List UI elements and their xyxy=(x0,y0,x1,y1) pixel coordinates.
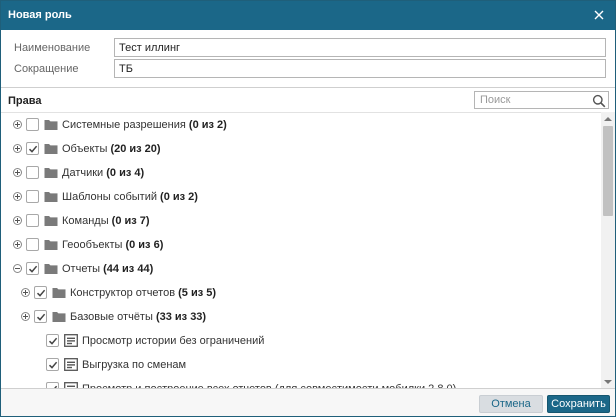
expand-icon[interactable] xyxy=(21,288,30,297)
dialog-titlebar: Новая роль xyxy=(1,1,615,30)
tree-item[interactable]: Выгрузка по сменам xyxy=(1,353,591,377)
tree-item-count: (0 из 4) xyxy=(106,167,145,179)
tree-item-checkbox[interactable] xyxy=(34,286,47,299)
scroll-down-arrow-icon[interactable] xyxy=(604,380,612,384)
expand-icon[interactable] xyxy=(13,144,22,153)
rights-header: Права xyxy=(1,88,615,112)
folder-icon xyxy=(44,262,58,275)
tree-item[interactable]: Конструктор отчетов (5 из 5) xyxy=(1,281,591,305)
folder-icon xyxy=(52,310,66,323)
expand-icon[interactable] xyxy=(13,216,22,225)
short-name-input[interactable] xyxy=(114,59,606,78)
tree-item-count: (5 из 5) xyxy=(178,287,217,299)
tree-item[interactable]: Базовые отчёты (33 из 33) xyxy=(1,305,591,329)
tree-item-name: Системные разрешения xyxy=(62,119,186,131)
tree-item-count: (0 из 2) xyxy=(188,119,227,131)
tree-item-checkbox[interactable] xyxy=(26,118,39,131)
close-icon xyxy=(594,10,604,20)
tree-item-checkbox[interactable] xyxy=(34,310,47,323)
tree-item[interactable]: Команды (0 из 7) xyxy=(1,209,591,233)
tree-item-checkbox[interactable] xyxy=(46,334,59,347)
tree-item[interactable]: Объекты (20 из 20) xyxy=(1,137,591,161)
save-button[interactable]: Сохранить xyxy=(547,395,610,413)
tree-item-name: Команды xyxy=(62,215,109,227)
tree-item[interactable]: Отчеты (44 из 44) xyxy=(1,257,591,281)
cancel-button[interactable]: Отмена xyxy=(479,395,543,413)
tree-item-label: Базовые отчёты (33 из 33) xyxy=(70,311,206,323)
tree-item-checkbox[interactable] xyxy=(26,262,39,275)
collapse-icon[interactable] xyxy=(13,264,22,273)
role-form: Наименование Сокращение xyxy=(1,30,615,86)
folder-icon xyxy=(44,166,58,179)
name-row: Наименование xyxy=(1,38,615,58)
tree-item-label: Геообъекты (0 из 6) xyxy=(62,239,163,251)
name-input[interactable] xyxy=(114,38,606,57)
tree-item-name: Шаблоны событий xyxy=(62,191,157,203)
scroll-up-arrow-icon[interactable] xyxy=(604,117,612,121)
tree-item-name: Конструктор отчетов xyxy=(70,287,176,299)
tree-item-name: Объекты xyxy=(62,143,108,155)
search-icon[interactable] xyxy=(592,94,606,108)
tree-item[interactable]: Системные разрешения (0 из 2) xyxy=(1,113,591,137)
rights-tree: Системные разрешения (0 из 2) Объекты (20… xyxy=(1,112,601,389)
tree-item-count: (0 из 7) xyxy=(111,215,150,227)
name-label: Наименование xyxy=(14,42,91,54)
folder-icon xyxy=(44,142,58,155)
tree-item[interactable]: Шаблоны событий (0 из 2) xyxy=(1,185,591,209)
tree-item[interactable]: Геообъекты (0 из 6) xyxy=(1,233,591,257)
search-input[interactable] xyxy=(475,92,590,108)
tree-item[interactable]: Датчики (0 из 4) xyxy=(1,161,591,185)
scrollbar-thumb[interactable] xyxy=(603,126,613,216)
tree-item-label: Датчики (0 из 4) xyxy=(62,167,144,179)
tree-item-label: Просмотр истории без ограничений xyxy=(82,335,264,347)
tree-item-count: (33 из 33) xyxy=(155,311,207,323)
tree-item-count: (20 из 20) xyxy=(110,143,161,155)
tree-scrollbar[interactable] xyxy=(601,112,615,389)
tree-item-label: Команды (0 из 7) xyxy=(62,215,150,227)
expand-icon[interactable] xyxy=(13,192,22,201)
rights-label: Права xyxy=(8,95,42,107)
rights-panel: Права Системные разрешения (0 из 2) Объек… xyxy=(1,87,615,389)
new-role-dialog: Новая роль Наименование Сокращение Права xyxy=(0,0,616,417)
tree-item-checkbox[interactable] xyxy=(26,190,39,203)
tree-item-checkbox[interactable] xyxy=(46,358,59,371)
tree-item-count: (44 из 44) xyxy=(103,263,154,275)
tree-item-checkbox[interactable] xyxy=(26,142,39,155)
rights-search xyxy=(474,91,609,109)
tree-item-label: Шаблоны событий (0 из 2) xyxy=(62,191,198,203)
tree-item-count: (0 из 2) xyxy=(160,191,198,203)
folder-icon xyxy=(44,214,58,227)
expand-icon[interactable] xyxy=(21,312,30,321)
tree-item-name: Геообъекты xyxy=(62,239,123,251)
tree-item-checkbox[interactable] xyxy=(26,238,39,251)
dialog-footer: Отмена Сохранить xyxy=(1,388,615,416)
report-icon xyxy=(64,358,78,371)
tree-item-name: Выгрузка по сменам xyxy=(82,359,187,371)
tree-item-label: Выгрузка по сменам xyxy=(82,359,186,371)
folder-icon xyxy=(44,238,58,251)
tree-item[interactable]: Просмотр истории без ограничений xyxy=(1,329,591,353)
folder-icon xyxy=(52,286,66,299)
folder-icon xyxy=(44,118,58,131)
expand-icon[interactable] xyxy=(13,120,22,129)
tree-item-name: Датчики xyxy=(62,167,104,179)
tree-item-name: Просмотр истории без ограничений xyxy=(82,335,265,347)
tree-item-label: Объекты (20 из 20) xyxy=(62,143,161,155)
dialog-title: Новая роль xyxy=(8,9,72,21)
tree-item-name: Отчеты xyxy=(62,263,101,275)
tree-item-label: Отчеты (44 из 44) xyxy=(62,263,153,275)
tree-item-checkbox[interactable] xyxy=(26,214,39,227)
tree-item-checkbox[interactable] xyxy=(26,166,39,179)
tree-item-count: (0 из 6) xyxy=(125,239,164,251)
short-name-label: Сокращение xyxy=(14,63,79,75)
folder-icon xyxy=(44,190,58,203)
tree-item-label: Системные разрешения (0 из 2) xyxy=(62,119,227,131)
tree-item-name: Базовые отчёты xyxy=(70,311,153,323)
tree-item-label: Конструктор отчетов (5 из 5) xyxy=(70,287,216,299)
close-button[interactable] xyxy=(590,5,608,25)
expand-icon[interactable] xyxy=(13,240,22,249)
expand-icon[interactable] xyxy=(13,168,22,177)
report-icon xyxy=(64,334,78,347)
short-name-row: Сокращение xyxy=(1,59,615,79)
